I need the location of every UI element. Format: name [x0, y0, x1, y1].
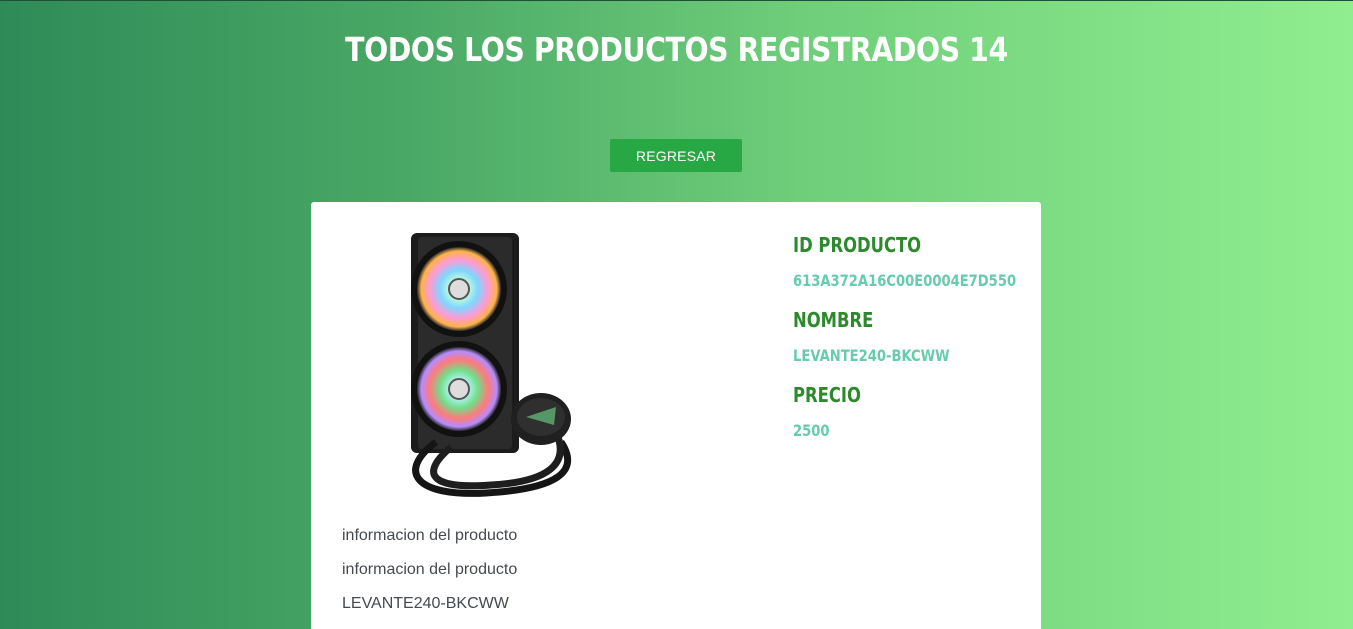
id-value: 613A372A16C00E0004E7D550 [793, 271, 1017, 290]
product-card: ID PRODUCTO 613A372A16C00E0004E7D550 NOM… [311, 202, 1041, 629]
top-border [0, 0, 1353, 1]
product-description: informacion del producto informacion del… [342, 524, 517, 626]
name-label: NOMBRE [793, 308, 874, 332]
description-line: informacion del producto [342, 561, 518, 578]
page-title: TODOS LOS PRODUCTOS REGISTRADOS 14 [345, 30, 1008, 69]
back-button[interactable]: REGRESAR [610, 139, 742, 172]
description-line: LEVANTE240-BKCWW [342, 595, 509, 612]
product-image [411, 233, 572, 497]
price-label: PRECIO [793, 383, 861, 407]
price-value: 2500 [793, 421, 830, 440]
product-info: ID PRODUCTO 613A372A16C00E0004E7D550 NOM… [793, 232, 1033, 457]
name-value: LEVANTE240-BKCWW [793, 346, 950, 365]
description-line: informacion del producto [342, 527, 518, 544]
id-label: ID PRODUCTO [793, 233, 922, 257]
